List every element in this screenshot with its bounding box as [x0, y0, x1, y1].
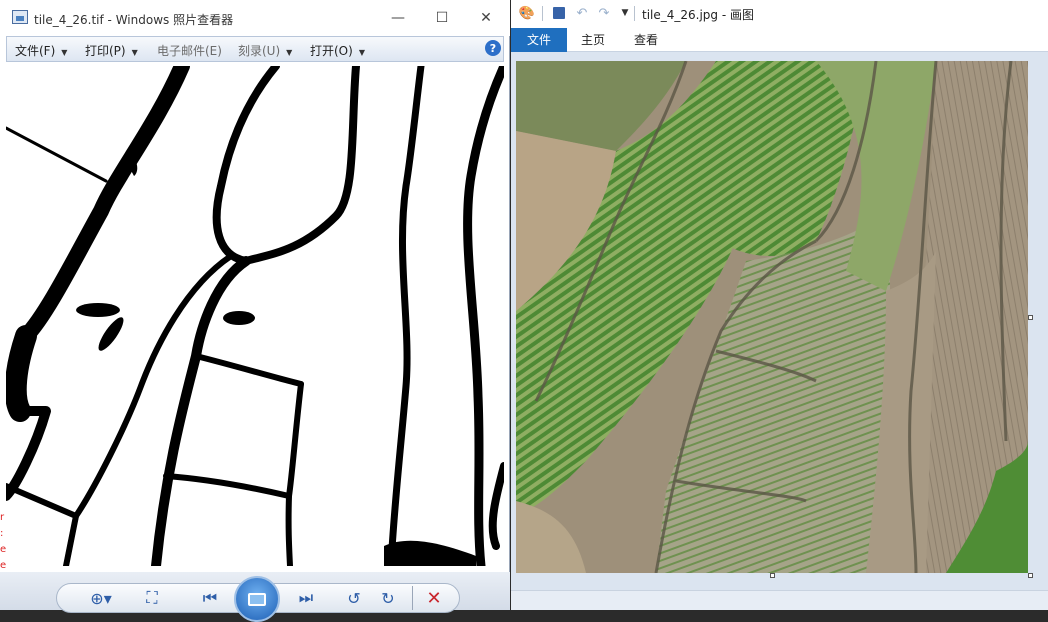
close-icon: ✕: [480, 10, 492, 26]
previous-icon: ⏮: [202, 588, 218, 607]
viewer-window-title: tile_4_26.tif - Windows 照片查看器: [34, 13, 234, 27]
menu-file[interactable]: 文件(F) ▼: [15, 42, 67, 59]
paint-title-bar[interactable]: [511, 0, 1048, 28]
redo-button[interactable]: ↷: [596, 5, 612, 21]
undo-icon: ↶: [576, 5, 588, 21]
save-icon: [553, 7, 565, 19]
actual-size-icon: ⛶: [146, 588, 158, 607]
resize-handle-bottom[interactable]: [770, 573, 775, 578]
close-button[interactable]: ✕: [466, 4, 506, 32]
menu-open-label: 打开(O): [310, 44, 353, 58]
resize-handle-right[interactable]: [1028, 315, 1033, 320]
tab-home[interactable]: 主页: [571, 28, 615, 52]
rotate-clockwise-icon: ↻: [381, 588, 395, 608]
menu-burn[interactable]: 刻录(U) ▼: [238, 42, 292, 59]
rotate-clockwise-button[interactable]: ↻: [376, 588, 400, 608]
chevron-down-icon: ▼: [61, 48, 68, 57]
save-button[interactable]: [551, 5, 567, 21]
rotate-counterclockwise-button[interactable]: ↺: [342, 588, 366, 608]
next-button[interactable]: ⏭: [294, 588, 318, 608]
aerial-farmland-image[interactable]: [516, 61, 1028, 573]
minimize-icon: —: [391, 10, 405, 26]
delete-button[interactable]: ✕: [422, 587, 446, 609]
menu-email-label: 电子邮件(E): [157, 44, 222, 58]
next-icon: ⏭: [298, 588, 314, 607]
zoom-button[interactable]: ⊕▾: [86, 588, 116, 608]
segmentation-mask-image: [6, 66, 504, 566]
redo-icon: ↷: [598, 5, 610, 21]
tab-file[interactable]: 文件: [511, 28, 567, 52]
slideshow-button[interactable]: [234, 576, 280, 622]
actual-size-button[interactable]: ⛶: [140, 588, 164, 608]
delete-icon: ✕: [426, 587, 442, 609]
maximize-icon: ☐: [435, 10, 449, 26]
paint-app-icon[interactable]: 🎨: [519, 5, 535, 21]
chevron-down-icon: ▼: [286, 48, 293, 57]
previous-button[interactable]: ⏮: [198, 588, 222, 608]
background-window-edge-text: r : e e: [0, 512, 7, 571]
toolbar-divider: [412, 586, 413, 610]
slideshow-icon: [248, 592, 266, 606]
customize-quick-access-button[interactable]: ▼: [617, 5, 633, 21]
minimize-button[interactable]: —: [378, 4, 418, 32]
zoom-icon: ⊕▾: [90, 588, 112, 608]
menu-open[interactable]: 打开(O) ▼: [310, 42, 365, 59]
menu-burn-label: 刻录(U): [238, 44, 281, 58]
paint-window-title: tile_4_26.jpg - 画图: [642, 8, 755, 22]
paint-status-bar: [511, 590, 1048, 610]
help-icon[interactable]: ?: [485, 40, 501, 56]
menu-email[interactable]: 电子邮件(E): [157, 42, 222, 59]
qat-divider: [634, 6, 635, 21]
undo-button[interactable]: ↶: [574, 5, 590, 21]
photo-viewer-app-icon: [12, 10, 28, 24]
maximize-button[interactable]: ☐: [422, 4, 462, 32]
menu-file-label: 文件(F): [15, 44, 56, 58]
qat-divider: [542, 6, 543, 21]
menu-print[interactable]: 打印(P) ▼: [85, 42, 138, 59]
viewer-title-bar[interactable]: tile_4_26.tif - Windows 照片查看器 — ☐ ✕: [0, 0, 510, 36]
chevron-down-icon: ▼: [131, 48, 138, 57]
chevron-down-icon: ▼: [358, 48, 365, 57]
tab-view[interactable]: 查看: [624, 28, 668, 52]
rotate-counterclockwise-icon: ↺: [347, 588, 361, 608]
customize-dropdown-icon: ▼: [621, 8, 629, 18]
resize-handle-corner[interactable]: [1028, 573, 1033, 578]
menu-print-label: 打印(P): [85, 44, 126, 58]
